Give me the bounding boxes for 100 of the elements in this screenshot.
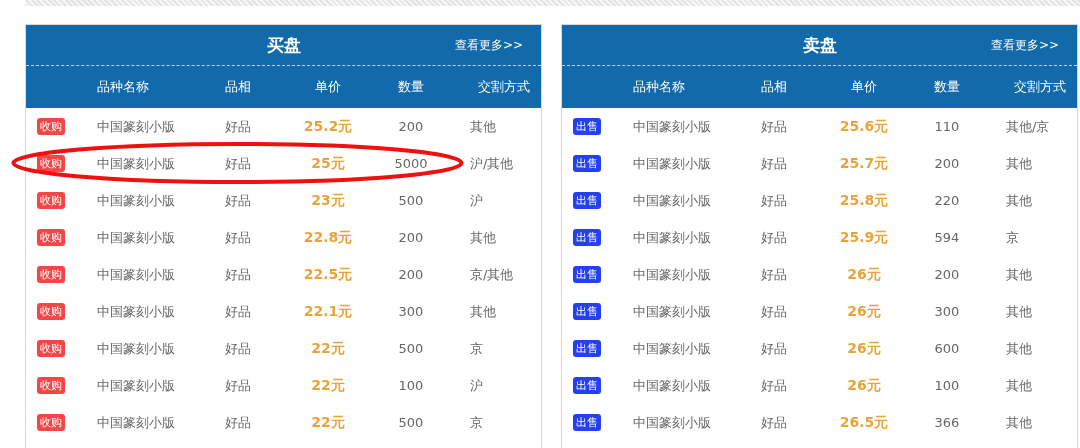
table-cell-text: 好品 [761,154,788,173]
table-cell-text: 110 [933,119,961,134]
more-link[interactable]: 查看更多>> [990,36,1059,54]
table-cell-text: 好品 [761,265,788,284]
order-badge: 收购 [37,118,65,135]
column-header: 数量 [397,78,425,96]
table-cell-text: 其他 [1005,339,1033,358]
table-cell-text: 其他 [469,117,497,136]
table-cell-text: 好品 [225,117,252,136]
order-badge: 出售 [573,414,601,431]
table-cell-text: 5000 [393,156,429,171]
table-cell-text: 中国篆刻小版 [97,376,176,395]
order-badge: 收购 [37,266,65,283]
table-cell-text: 其他 [1005,413,1033,432]
table-cell-text: 366 [933,415,961,430]
order-badge: 收购 [37,340,65,357]
price-cell-text: 23元 [310,191,346,210]
table-cell-text: 好品 [225,154,252,173]
price-cell-text: 25.9元 [838,228,890,247]
table-cell-text: 好品 [225,339,252,358]
price-cell-text: 26元 [846,265,882,284]
panel-title: 买盘 [266,33,301,57]
table-cell-text: 京 [469,413,484,432]
price-cell-text: 22元 [310,376,346,395]
price-cell-text: 22元 [310,339,346,358]
table-cell-text: 600 [933,341,961,356]
table-cell-text: 300 [933,304,961,319]
price-cell-text: 22.1元 [302,302,354,321]
order-badge: 收购 [37,303,65,320]
order-badge: 出售 [573,118,601,135]
table-cell-text: 好品 [761,376,788,395]
table-cell-text: 500 [397,193,425,208]
table-cell-text: 中国篆刻小版 [633,302,712,321]
table-cell-text: 其他 [1005,191,1033,210]
column-header: 品相 [761,78,788,96]
table-cell-text: 京 [469,339,484,358]
price-cell-text: 25.8元 [838,191,890,210]
price-cell-text: 22.5元 [302,265,354,284]
table-cell-text: 300 [397,304,425,319]
column-header: 交割方式 [477,78,531,96]
table-cell-text: 沪 [469,376,484,395]
order-badge: 出售 [573,192,601,209]
table-cell-text: 好品 [761,117,788,136]
price-cell-text: 25.6元 [838,117,890,136]
column-header: 单价 [314,78,342,96]
table-cell-text: 好品 [761,302,788,321]
order-badge: 出售 [573,340,601,357]
panel-title: 卖盘 [802,33,837,57]
column-header: 数量 [933,78,961,96]
price-cell-text: 26元 [846,339,882,358]
table-cell-text: 好品 [761,228,788,247]
table-cell-text: 200 [933,156,961,171]
price-cell-text: 22元 [310,413,346,432]
price-cell-text: 25.7元 [838,154,890,173]
table-cell-text: 其他 [1005,376,1033,395]
price-cell-text: 26.5元 [838,413,890,432]
table-cell-text: 500 [397,341,425,356]
column-header: 单价 [850,78,878,96]
more-link[interactable]: 查看更多>> [454,36,523,54]
table-cell-text: 好品 [225,191,252,210]
price-cell-text: 26元 [846,302,882,321]
table-cell-text: 其他 [469,302,497,321]
column-header: 品相 [225,78,252,96]
table-cell-text: 好品 [225,376,252,395]
table-cell-text: 中国篆刻小版 [633,191,712,210]
table-cell-text: 好品 [225,413,252,432]
table-cell-text: 200 [397,230,425,245]
table-cell-text: 100 [397,378,425,393]
order-badge: 出售 [573,266,601,283]
table-cell-text: 中国篆刻小版 [97,228,176,247]
table-cell-text: 中国篆刻小版 [633,228,712,247]
order-badge: 收购 [37,229,65,246]
table-cell-text: 好品 [225,265,252,284]
order-badge: 出售 [573,303,601,320]
column-header: 品种名称 [633,78,686,96]
table-cell-text: 好品 [761,413,788,432]
table-cell-text: 200 [933,267,961,282]
table-cell-text: 好品 [761,339,788,358]
table-cell-text: 京 [1005,228,1020,247]
table-cell-text: 200 [397,267,425,282]
table-cell-text: 其他 [1005,154,1033,173]
order-badge: 收购 [37,414,65,431]
table-cell-text: 中国篆刻小版 [97,302,176,321]
table-cell-text: 沪/其他 [469,154,515,173]
table-cell-text: 中国篆刻小版 [633,117,712,136]
table-cell-text: 京/其他 [469,265,515,284]
order-badge: 收购 [37,192,65,209]
table-cell-text: 中国篆刻小版 [633,154,712,173]
table-cell-text: 中国篆刻小版 [97,154,176,173]
table-cell-text: 好品 [225,228,252,247]
table-cell-text: 好品 [225,302,252,321]
table-cell-text: 500 [397,415,425,430]
table-cell-text: 其他 [1005,302,1033,321]
table-cell-text: 其他 [469,228,497,247]
table-cell-text: 其他/京 [1005,117,1051,136]
table-cell-text: 中国篆刻小版 [633,413,712,432]
table-cell-text: 594 [933,230,961,245]
order-badge: 出售 [573,155,601,172]
price-cell-text: 25元 [310,154,346,173]
table-cell-text: 其他 [1005,265,1033,284]
